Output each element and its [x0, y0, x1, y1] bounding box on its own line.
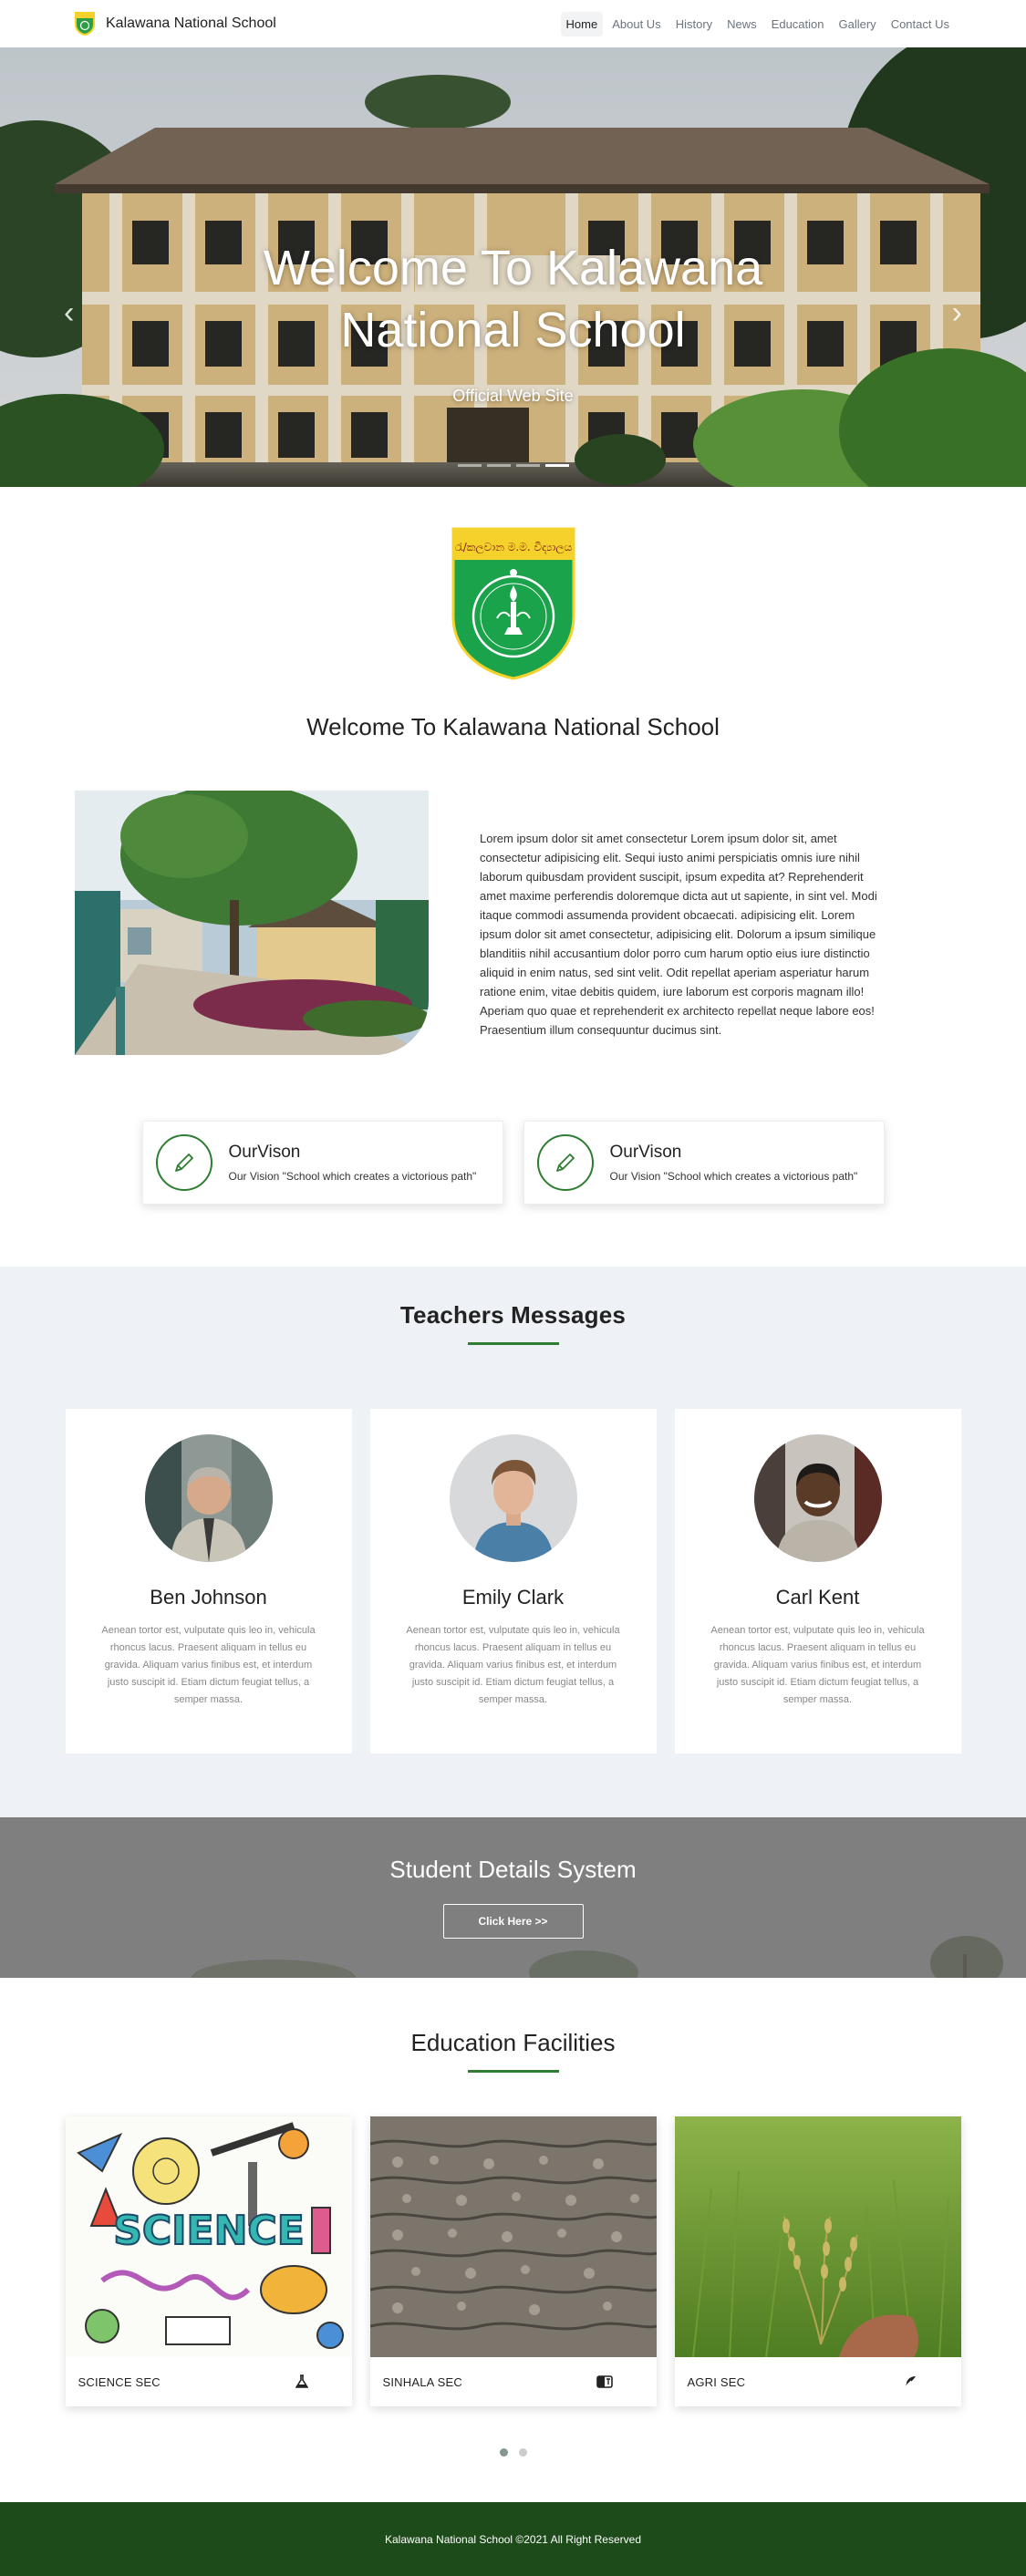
teacher-card: Emily Clark Aenean tortor est, vulputate… [369, 1409, 657, 1754]
teacher-message: Aenean tortor est, vulputate quis leo in… [406, 1625, 620, 1705]
vision-title: OurVison [609, 1143, 682, 1162]
brand[interactable]: Kalawana National School [75, 12, 276, 36]
heading-underline [467, 2070, 559, 2073]
welcome-heading: Welcome To Kalawana National School [306, 713, 720, 740]
heading-underline [467, 1342, 559, 1345]
sinhala-script-image [369, 2116, 657, 2357]
teacher-name: Ben Johnson [150, 1586, 267, 1609]
facility-pagination [0, 2448, 1026, 2457]
teacher-avatar [144, 1434, 273, 1562]
carousel-indicator[interactable] [457, 464, 482, 467]
teacher-message: Aenean tortor est, vulputate quis leo in… [710, 1625, 925, 1705]
paddy-field-image [674, 2116, 961, 2357]
about-section: Lorem ipsum dolor sit amet consectetur L… [0, 791, 1026, 1055]
school-crest: රැ/කලවාන ම.ම. විද්‍යාලය [0, 525, 1026, 682]
facility-label: SCIENCE SEC [78, 2374, 161, 2389]
vision-title: OurVison [228, 1143, 301, 1162]
pencil-icon [536, 1134, 594, 1191]
vision-description: Our Vision "School which creates a victo… [609, 1170, 858, 1183]
nav-contact-us[interactable]: Contact Us [886, 12, 955, 36]
teachers-section: Teachers Messages Ben Johnson Aenean tor… [0, 1267, 1026, 1817]
science-word-art: SCIENCE [113, 2208, 305, 2254]
hero-title: Welcome To Kalawana National School [263, 241, 763, 357]
facility-card-science[interactable]: SCIENCE SCIENCE SEC [65, 2116, 352, 2406]
click-here-button[interactable]: Click Here >> [442, 1904, 584, 1939]
hero-subtitle: Official Web Site [452, 387, 574, 405]
vision-cards: OurVison Our Vision "School which create… [0, 1121, 1026, 1205]
language-icon [596, 2375, 613, 2388]
nav-history[interactable]: History [670, 12, 718, 36]
facility-label: AGRI SEC [687, 2374, 746, 2389]
vision-card: OurVison Our Vision "School which create… [141, 1121, 503, 1205]
teachers-heading: Teachers Messages [399, 1301, 627, 1329]
facilities-section: Education Facilities SCIENCE SCIENCE SEC… [0, 1978, 1026, 2457]
student-details-banner: Student Details System Click Here >> [0, 1817, 1026, 1978]
carousel-indicator-active[interactable] [544, 464, 569, 467]
school-garden-image [75, 791, 429, 1055]
teacher-name: Emily Clark [461, 1586, 565, 1609]
school-crest-icon [75, 12, 95, 36]
teacher-name: Carl Kent [775, 1586, 860, 1609]
facility-card-sinhala[interactable]: SINHALA SEC [369, 2116, 657, 2406]
pencil-icon [155, 1134, 212, 1191]
carousel-indicator[interactable] [515, 464, 540, 467]
teacher-avatar [449, 1434, 577, 1562]
pagination-dot[interactable] [518, 2448, 527, 2457]
teacher-message: Aenean tortor est, vulputate quis leo in… [101, 1625, 316, 1705]
school-crest-logo: රැ/කලවාන ම.ම. විද්‍යාලය [451, 527, 575, 680]
carousel-indicator[interactable] [486, 464, 511, 467]
teacher-card: Carl Kent Aenean tortor est, vulputate q… [674, 1409, 961, 1754]
hero-caption: Welcome To Kalawana National School Offi… [0, 237, 1026, 406]
nav-about-us[interactable]: About Us [606, 12, 666, 36]
nav-menu: Home About Us History News Education Gal… [560, 11, 955, 36]
nav-gallery[interactable]: Gallery [834, 12, 882, 36]
vision-card: OurVison Our Vision "School which create… [523, 1121, 885, 1205]
vision-description: Our Vision "School which creates a victo… [228, 1170, 477, 1183]
teacher-card: Ben Johnson Aenean tortor est, vulputate… [65, 1409, 352, 1754]
crest-text: රැ/කලවාන ම.ම. විද්‍යාලය [454, 541, 572, 554]
seedling-icon [904, 2376, 916, 2388]
facility-card-agri[interactable]: AGRI SEC [674, 2116, 961, 2406]
teacher-avatar [753, 1434, 882, 1562]
carousel-indicators [0, 464, 1026, 467]
nav-news[interactable]: News [721, 12, 762, 36]
navbar: Kalawana National School Home About Us H… [0, 0, 1026, 47]
pagination-dot-active[interactable] [499, 2448, 508, 2457]
brand-name: Kalawana National School [106, 16, 276, 31]
nav-home[interactable]: Home [560, 11, 604, 36]
footer: Kalawana National School ©2021 All Right… [0, 2502, 1026, 2576]
facilities-heading: Education Facilities [410, 2029, 616, 2056]
about-paragraph: Lorem ipsum dolor sit amet consectetur L… [480, 832, 877, 1037]
nav-education[interactable]: Education [766, 12, 830, 36]
hero-carousel: ‹ › Welcome To Kalawana National School … [0, 47, 1026, 487]
student-details-heading: Student Details System [389, 1856, 637, 1883]
footer-copyright: Kalawana National School ©2021 All Right… [384, 2532, 641, 2546]
facility-label: SINHALA SEC [382, 2374, 462, 2389]
science-image: SCIENCE [65, 2116, 352, 2357]
flask-icon [295, 2374, 308, 2388]
